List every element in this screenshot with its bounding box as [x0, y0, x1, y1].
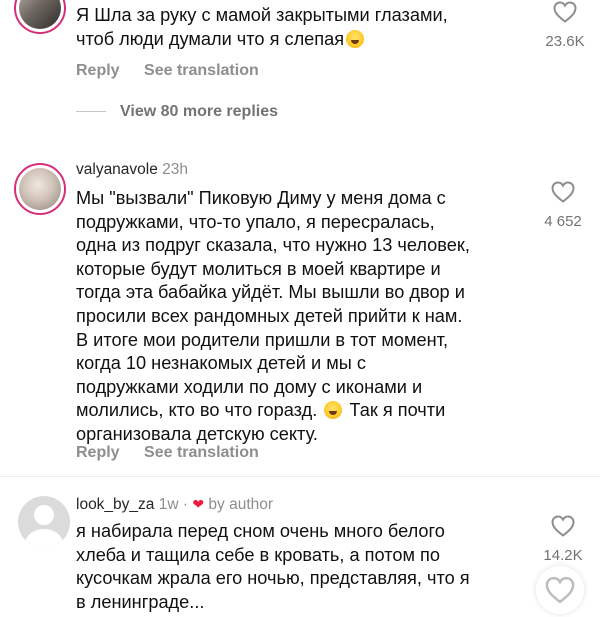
- comment-text: я набирала перед сном очень много белого…: [76, 520, 536, 614]
- avatar[interactable]: [18, 496, 70, 548]
- avatar-image: [19, 0, 61, 29]
- comment-text: Я Шла за руку с мамой закрытыми глазами,…: [76, 4, 536, 51]
- default-avatar-head: [34, 505, 54, 525]
- comment-line-with-emoji: молились, кто во что горазд. Так я почти: [76, 400, 446, 421]
- rofl-emoji-icon: [324, 401, 343, 420]
- floating-like-button[interactable]: [536, 566, 584, 614]
- comment-line: подружками ходили по дому с иконами и: [76, 376, 423, 397]
- comment-text: Мы "вызвали" Пиковую Диму у меня дома с …: [76, 187, 536, 447]
- reply-button[interactable]: Reply: [76, 62, 120, 79]
- separator-dot: ·: [182, 496, 189, 513]
- comment-line: В итоге мои родители пришли в тот момент…: [76, 329, 449, 350]
- avatar[interactable]: [14, 163, 66, 215]
- like-count: 23.6K: [545, 33, 585, 50]
- divider-line: [76, 111, 106, 113]
- divider: [0, 476, 600, 477]
- username-link[interactable]: valyanavole: [76, 161, 158, 178]
- username-link[interactable]: look_by_za: [76, 496, 154, 513]
- comment-line: которые будут молиться в моей квартире и: [76, 258, 441, 279]
- heart-outline-icon[interactable]: [551, 181, 575, 203]
- comment-line: Я Шла за руку с мамой закрытыми глазами,: [76, 5, 448, 25]
- reply-button[interactable]: Reply: [76, 444, 120, 461]
- like-area: 23.6K: [530, 1, 600, 50]
- avatar[interactable]: [14, 0, 66, 34]
- comment-line: хлеба и тащила себе в кровать, а потом п…: [76, 544, 441, 565]
- comment-line: организовала детскую секту.: [76, 423, 318, 444]
- comment-line-with-emoji: чтоб люди думали что я слепая: [76, 28, 536, 52]
- comment-line: я набирала перед сном очень много белого: [76, 521, 445, 541]
- like-count: 14.2K: [543, 547, 583, 564]
- comment-line: подружками, что-то упало, я пересралась,: [76, 211, 435, 232]
- comment-line: одна из подруг сказала, что нужно 13 чел…: [76, 235, 470, 256]
- comment-meta: look_by_za 1w · ❤ by author: [76, 496, 273, 514]
- heart-outline-icon: [545, 576, 575, 604]
- like-area: 4 652: [528, 181, 598, 230]
- comment-time: 23h: [162, 161, 189, 178]
- see-translation-button[interactable]: See translation: [144, 62, 259, 79]
- rofl-emoji-icon: [346, 29, 365, 48]
- view-more-replies-button[interactable]: View 80 more replies: [76, 103, 278, 121]
- comment-line: просили всех рандомных детей прийти к на…: [76, 305, 463, 326]
- comment-actions: Reply See translation: [76, 62, 279, 80]
- heart-outline-icon[interactable]: [553, 1, 577, 23]
- like-area: 14.2K: [528, 515, 598, 564]
- comment-line: когда 10 незнакомых детей и мы с: [76, 353, 366, 374]
- comment-line: Мы "вызвали" Пиковую Диму у меня дома с: [76, 188, 446, 208]
- default-avatar-body: [25, 529, 63, 548]
- comment-line: кусочкам жрала его ночью, представляя, ч…: [76, 568, 470, 589]
- liked-by-author-label: by author: [208, 496, 274, 513]
- comment-line: в ленинграде...: [76, 591, 205, 612]
- comment-line: тогда эта бабайка уйдёт. Мы вышли во дво…: [76, 282, 465, 303]
- comment-meta: valyanavole 23h: [76, 161, 188, 179]
- see-translation-button[interactable]: See translation: [144, 444, 259, 461]
- heart-outline-icon[interactable]: [551, 515, 575, 537]
- like-count: 4 652: [544, 213, 582, 230]
- avatar-image: [19, 168, 61, 210]
- comment-time: 1w: [158, 496, 179, 513]
- heart-filled-icon: ❤: [192, 496, 205, 512]
- comment-actions: Reply See translation: [76, 444, 279, 462]
